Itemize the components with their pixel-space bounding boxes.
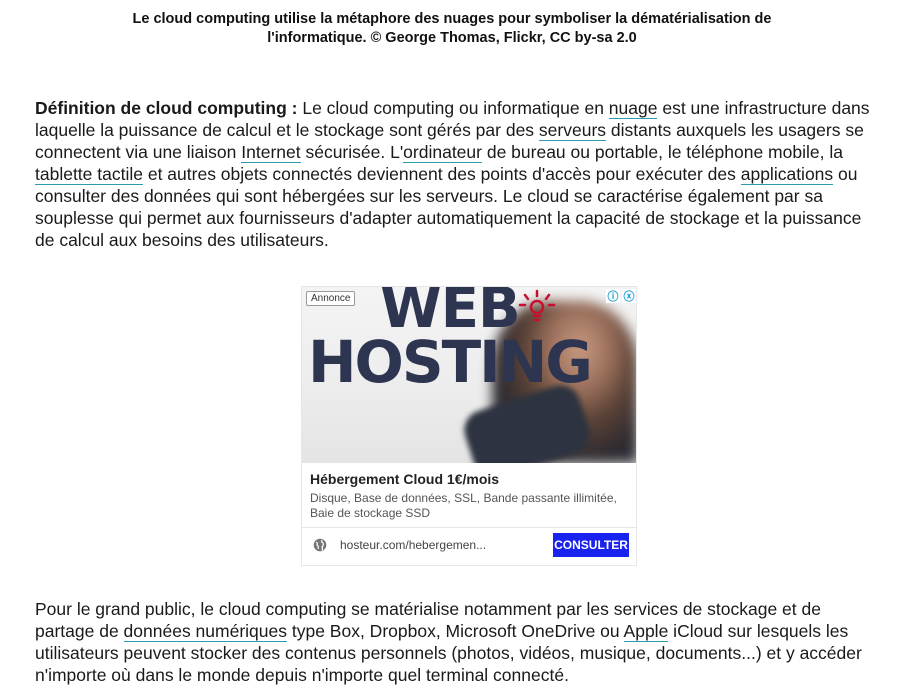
lightbulb-icon xyxy=(518,289,556,322)
public-paragraph: Pour le grand public, le cloud computing… xyxy=(35,598,885,686)
ad-label-badge: Annonce xyxy=(306,291,356,306)
link-tablette-tactile[interactable]: tablette tactile xyxy=(35,164,143,185)
image-caption: Le cloud computing utilise la métaphore … xyxy=(132,11,772,46)
link-internet[interactable]: Internet xyxy=(241,142,301,163)
consulter-button[interactable]: CONSULTER xyxy=(553,533,629,557)
ad-title[interactable]: Hébergement Cloud 1€/mois xyxy=(310,471,499,487)
link-applications[interactable]: applications xyxy=(740,164,834,185)
link-ordinateur[interactable]: ordinateur xyxy=(403,142,482,163)
definition-term: Définition de cloud computing : xyxy=(35,98,298,118)
text-span: de bureau ou portable, le téléphone mobi… xyxy=(481,142,843,162)
definition-paragraph: Définition de cloud computing : Le cloud… xyxy=(35,97,885,251)
advertisement[interactable]: WEB HOSTING Annonce ⓘ ⓧ Hébergement Clou… xyxy=(301,286,637,566)
text-span: Le cloud computing ou informatique en xyxy=(297,98,609,118)
ad-url[interactable]: hosteur.com/hebergemen... xyxy=(340,538,486,552)
link-nuage[interactable]: nuage xyxy=(608,98,658,119)
ad-image-text-hosting: HOSTING xyxy=(308,328,593,396)
link-donnees-numeriques[interactable]: données numériques xyxy=(123,621,287,642)
adchoices[interactable]: ⓘ ⓧ xyxy=(606,289,636,303)
info-icon[interactable]: ⓘ xyxy=(606,289,620,303)
close-icon[interactable]: ⓧ xyxy=(622,289,636,303)
link-serveurs[interactable]: serveurs xyxy=(538,120,607,141)
link-apple[interactable]: Apple xyxy=(623,621,669,642)
text-span: et autres objets connectés deviennent de… xyxy=(142,164,741,184)
globe-icon xyxy=(313,538,327,552)
ad-description: Disque, Base de données, SSL, Bande pass… xyxy=(310,491,617,520)
text-span: sécurisée. L' xyxy=(300,142,404,162)
ad-image[interactable]: WEB HOSTING Annonce ⓘ ⓧ xyxy=(302,287,636,463)
text-span: type Box, Dropbox, Microsoft OneDrive ou xyxy=(287,621,624,641)
ad-divider xyxy=(302,527,636,528)
